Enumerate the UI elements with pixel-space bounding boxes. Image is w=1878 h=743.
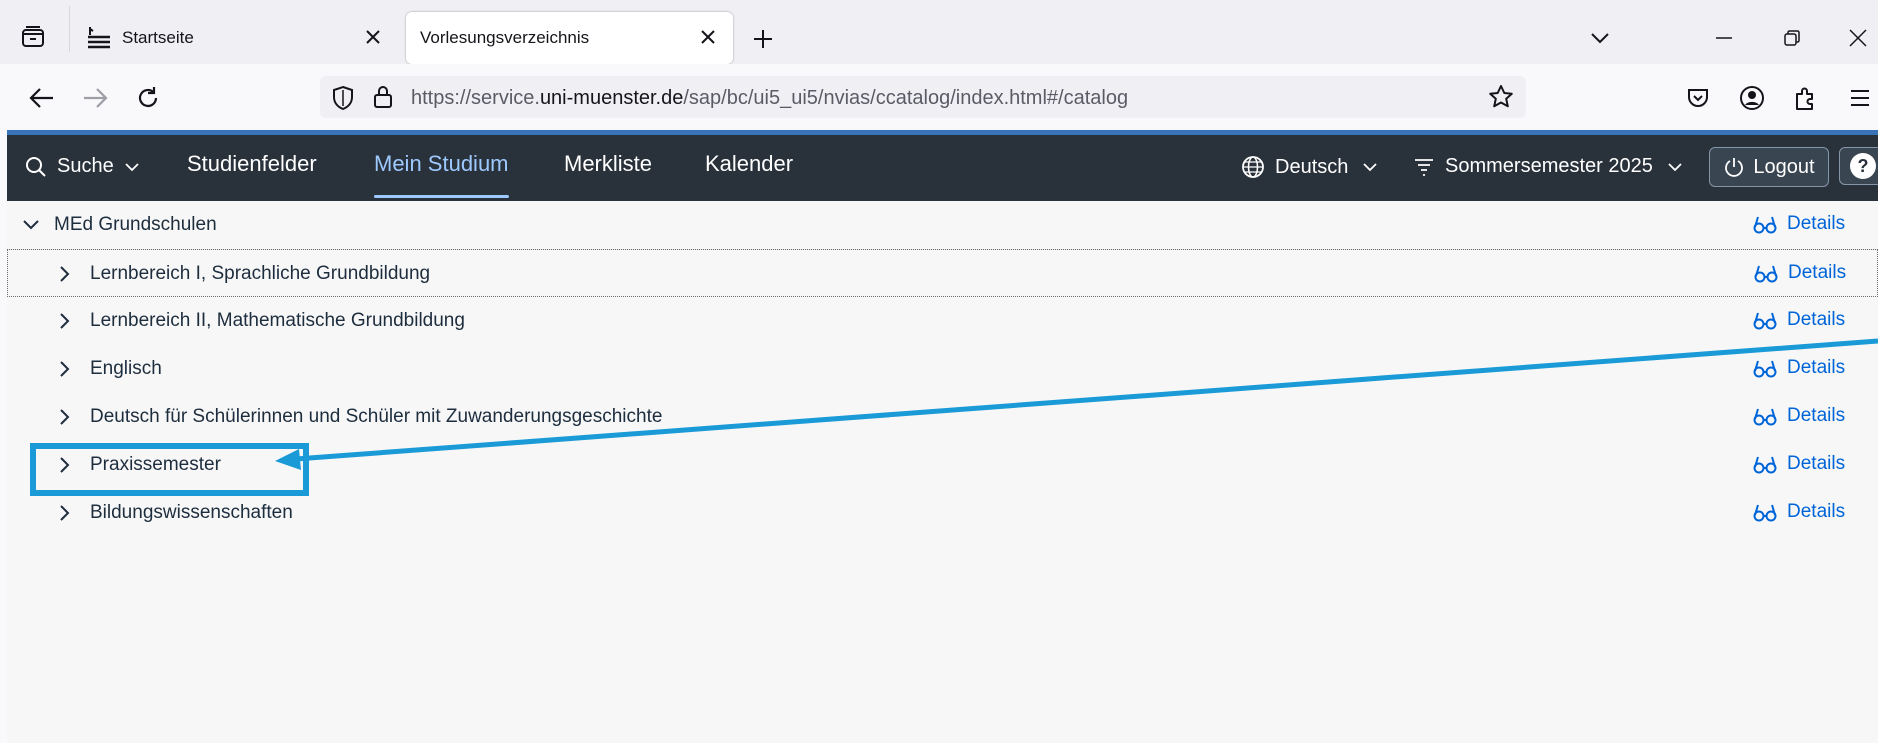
tree-row-label: Lernbereich I, Sprachliche Grundbildung — [90, 263, 431, 284]
tree-row-label: Englisch — [90, 358, 162, 379]
tab-startseite[interactable]: Startseite — [72, 12, 398, 64]
search-label: Suche — [57, 155, 114, 177]
menu-hamburger-icon[interactable] — [1842, 80, 1878, 116]
semester-label: Sommersemester 2025 — [1445, 155, 1653, 177]
chevron-down-icon — [1362, 162, 1378, 172]
details-link[interactable]: Details — [1753, 453, 1845, 475]
details-link[interactable]: Details — [1753, 501, 1845, 523]
glasses-icon — [1753, 456, 1777, 474]
tree-row-deutsch-zuwanderung[interactable]: Deutsch für Schülerinnen und Schüler mit… — [7, 393, 1878, 441]
glasses-icon — [1753, 216, 1777, 234]
globe-icon — [1241, 155, 1265, 179]
details-label: Details — [1787, 453, 1846, 474]
catalog-tree: MEd Grundschulen Details Lernbereich I, … — [7, 201, 1878, 743]
search-icon — [25, 156, 47, 178]
language-select[interactable]: Deutsch — [1241, 155, 1378, 179]
tab-vorlesungsverzeichnis[interactable]: Vorlesungsverzeichnis — [406, 12, 733, 64]
tab-list-icon[interactable] — [18, 22, 48, 52]
extensions-puzzle-icon[interactable] — [1787, 80, 1823, 116]
power-icon — [1723, 156, 1745, 178]
close-tab-icon[interactable] — [695, 24, 721, 50]
bookmark-star-icon[interactable] — [1488, 84, 1514, 110]
glasses-icon — [1754, 265, 1778, 283]
tree-row-lernbereich-1[interactable]: Lernbereich I, Sprachliche Grundbildung … — [7, 249, 1878, 297]
close-window-icon[interactable] — [1840, 22, 1876, 54]
new-tab-icon[interactable] — [748, 24, 778, 54]
url-text[interactable]: https://service.uni-muenster.de/sap/bc/u… — [411, 87, 1128, 110]
glasses-icon — [1753, 360, 1777, 378]
tab-separator — [69, 6, 70, 52]
details-link[interactable]: Details — [1753, 213, 1845, 235]
tree-row-englisch[interactable]: Englisch Details — [7, 345, 1878, 393]
app-shell-bar: Suche Studienfelder Mein Studium Merklis… — [7, 135, 1878, 201]
logout-label: Logout — [1753, 155, 1815, 178]
chevron-right-icon[interactable] — [55, 455, 75, 475]
chevron-right-icon[interactable] — [55, 407, 75, 427]
chevron-down-icon — [124, 162, 140, 172]
pocket-icon[interactable] — [1680, 80, 1716, 116]
tree-row-label: Bildungswissenschaften — [90, 502, 293, 523]
details-label: Details — [1787, 213, 1846, 234]
glasses-icon — [1753, 408, 1777, 426]
minimize-icon[interactable] — [1706, 22, 1742, 54]
tree-row-label: Lernbereich II, Mathematische Grundbildu… — [90, 310, 465, 331]
close-tab-icon[interactable] — [360, 24, 386, 50]
account-icon[interactable] — [1734, 80, 1770, 116]
url-host: uni-muenster.de — [539, 87, 684, 109]
restore-icon[interactable] — [1774, 22, 1810, 54]
lock-icon[interactable] — [372, 84, 394, 110]
url-path: /sap/bc/ui5_ui5/nvias/ccatalog/index.htm… — [683, 87, 1129, 109]
details-label: Details — [1787, 501, 1846, 522]
details-link[interactable]: Details — [1753, 309, 1845, 331]
search-menu-button[interactable]: Suche — [25, 155, 140, 178]
details-label: Details — [1787, 357, 1846, 378]
nav-studienfelder[interactable]: Studienfelder — [187, 151, 317, 177]
nav-mein-studium[interactable]: Mein Studium — [374, 151, 509, 198]
tree-row-label: MEd Grundschulen — [54, 214, 217, 235]
details-link[interactable]: Details — [1754, 262, 1846, 284]
details-link[interactable]: Details — [1753, 405, 1845, 427]
back-arrow-icon[interactable] — [24, 80, 60, 116]
url-bar[interactable]: https://service.uni-muenster.de/sap/bc/u… — [320, 76, 1526, 118]
chevron-right-icon[interactable] — [55, 311, 75, 331]
logout-button[interactable]: Logout — [1709, 147, 1829, 187]
tree-row-label: Praxissemester — [90, 454, 221, 475]
list-all-tabs-chevron-down-icon[interactable] — [1582, 22, 1618, 54]
help-icon: ? — [1850, 153, 1876, 179]
chevron-right-icon[interactable] — [55, 264, 75, 284]
university-favicon-icon — [86, 25, 112, 51]
language-label: Deutsch — [1275, 155, 1349, 178]
semester-select[interactable]: Sommersemester 2025 — [1413, 155, 1683, 178]
forward-arrow-icon — [77, 80, 113, 116]
glasses-icon — [1753, 504, 1777, 522]
details-label: Details — [1787, 309, 1846, 330]
browser-nav-bar: https://service.uni-muenster.de/sap/bc/u… — [0, 64, 1878, 130]
tab-title: Startseite — [122, 28, 194, 47]
tree-row-praxissemester[interactable]: Praxissemester Details — [7, 441, 1878, 489]
chevron-right-icon[interactable] — [55, 359, 75, 379]
tree-row-label: Deutsch für Schülerinnen und Schüler mit… — [90, 406, 663, 427]
reload-icon[interactable] — [130, 80, 166, 116]
details-link[interactable]: Details — [1753, 357, 1845, 379]
nav-merkliste[interactable]: Merkliste — [564, 151, 652, 177]
url-scheme: https://service. — [411, 87, 540, 109]
chevron-down-icon[interactable] — [21, 215, 41, 235]
glasses-icon — [1753, 312, 1777, 330]
chevron-right-icon[interactable] — [55, 503, 75, 523]
tab-title: Vorlesungsverzeichnis — [420, 28, 590, 47]
details-label: Details — [1788, 262, 1847, 283]
browser-tab-strip: Startseite Vorlesungsverzeichnis — [0, 0, 1878, 64]
nav-kalender[interactable]: Kalender — [705, 151, 793, 177]
tree-row-root[interactable]: MEd Grundschulen Details — [7, 201, 1878, 250]
chevron-down-icon — [1667, 162, 1683, 172]
tree-row-lernbereich-2[interactable]: Lernbereich II, Mathematische Grundbildu… — [7, 297, 1878, 345]
help-button[interactable]: ? — [1839, 147, 1878, 185]
details-label: Details — [1787, 405, 1846, 426]
filter-lines-icon — [1413, 156, 1435, 178]
tracking-protection-shield-icon[interactable] — [331, 85, 355, 111]
tree-row-bildungswissenschaften[interactable]: Bildungswissenschaften Details — [7, 489, 1878, 537]
